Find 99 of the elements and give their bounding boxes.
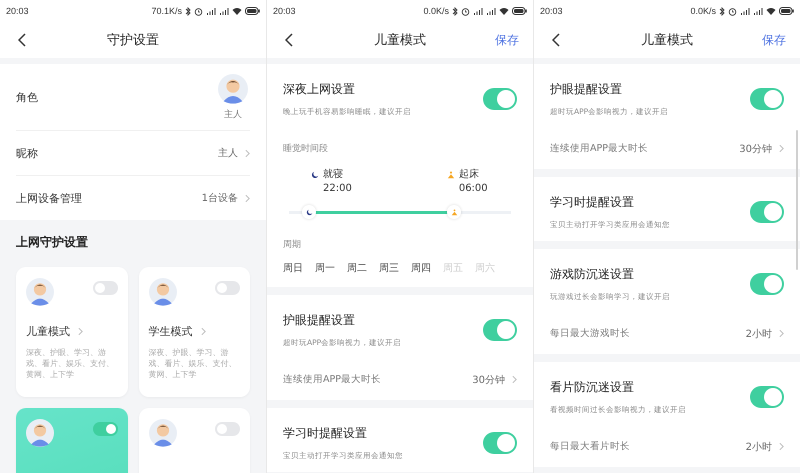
status-time: 20:03 [540, 6, 563, 16]
setting-label: 每日最大看片时长 [550, 440, 630, 453]
mode-title: 儿童模式 [26, 324, 70, 339]
avatar-icon [148, 419, 176, 447]
mode-card[interactable]: 儿童模式 深夜、护眼、学习、游戏、看片、娱乐、支付、黄网、上下学 [16, 267, 128, 397]
bedtime-handle[interactable] [302, 205, 316, 219]
wake-value[interactable]: 06:00 [458, 183, 488, 195]
signal-icon [753, 7, 763, 15]
setting-value[interactable]: 2小时 [746, 440, 772, 454]
battery-icon [245, 7, 260, 15]
page-title: 儿童模式 [374, 32, 426, 49]
weekday-option[interactable]: 周四 [411, 261, 431, 275]
back-icon[interactable] [552, 33, 560, 47]
setting-value[interactable]: 30分钟 [739, 142, 772, 156]
role-name: 主人 [224, 108, 242, 120]
network-speed: 0.0K/s [690, 6, 716, 16]
chevron-icon [512, 375, 517, 384]
moon-icon [311, 171, 319, 179]
chevron-icon [245, 148, 250, 158]
toggle-switch[interactable] [750, 273, 784, 295]
weekday-option[interactable]: 周一 [315, 261, 335, 275]
weekday-option[interactable]: 周日 [283, 261, 303, 275]
sleep-period-label: 睡觉时间段 [283, 142, 329, 155]
bedtime-value[interactable]: 22:00 [323, 183, 352, 195]
section-heading: 上网守护设置 [16, 234, 89, 251]
save-button[interactable]: 保存 [493, 30, 521, 50]
bluetooth-icon [719, 6, 725, 16]
section-title: 学习时提醒设置 [283, 425, 368, 442]
wifi-icon [232, 7, 242, 15]
alarm-icon [461, 6, 470, 16]
row-value[interactable]: 1台设备 [202, 191, 238, 205]
chevron-icon [200, 327, 206, 336]
chevron-icon [779, 329, 784, 338]
setting-label: 连续使用APP最大时长 [550, 142, 648, 155]
signal-icon [486, 7, 496, 15]
avatar-icon [26, 419, 54, 447]
setting-label: 每日最大游戏时长 [550, 327, 630, 340]
section-title: 护眼提醒设置 [550, 81, 623, 98]
sun-icon [446, 171, 455, 179]
mode-description: 深夜、护眼、学习、游戏、看片、娱乐、支付、黄网、上下学 [148, 347, 238, 380]
alarm-icon [194, 6, 203, 16]
row-label: 上网设备管理 [16, 190, 82, 206]
wake-handle[interactable] [447, 205, 462, 219]
setting-value[interactable]: 2小时 [746, 326, 772, 340]
section-title: 护眼提醒设置 [283, 312, 356, 329]
save-button[interactable]: 保存 [760, 30, 788, 50]
network-speed: 0.0K/s [423, 6, 449, 16]
toggle-switch[interactable] [483, 88, 517, 110]
section-title: 深夜上网设置 [283, 81, 356, 98]
wifi-icon [766, 7, 776, 15]
chevron-icon [78, 327, 83, 336]
status-time: 20:03 [273, 6, 296, 16]
page-title: 守护设置 [107, 32, 159, 49]
signal-icon [740, 7, 750, 15]
toggle-switch[interactable] [92, 422, 118, 436]
battery-icon [779, 7, 794, 15]
avatar-icon [218, 74, 248, 104]
toggle-switch[interactable] [483, 319, 517, 341]
mode-description: 深夜、护眼、学习、游戏、看片、娱乐、支付、黄网、上下学 [26, 347, 115, 380]
signal-icon [473, 7, 483, 15]
avatar-icon [148, 278, 176, 306]
wifi-icon [499, 7, 509, 15]
network-speed: 70.1K/s [151, 6, 182, 16]
chevron-icon [779, 442, 784, 451]
alarm-icon [728, 6, 737, 16]
section-title: 学习时提醒设置 [550, 194, 635, 211]
weekday-option[interactable]: 周三 [379, 261, 399, 275]
mode-title: 学生模式 [148, 324, 192, 339]
setting-value[interactable]: 30分钟 [472, 372, 505, 386]
chevron-icon [245, 194, 250, 202]
row-label: 角色 [16, 90, 38, 104]
toggle-switch[interactable] [92, 281, 118, 295]
page-title: 儿童模式 [641, 32, 693, 49]
toggle-switch[interactable] [750, 386, 784, 408]
avatar-icon [26, 278, 54, 306]
section-title: 看片防沉迷设置 [550, 379, 635, 396]
row-value[interactable]: 主人 [218, 146, 238, 160]
toggle-switch[interactable] [750, 88, 784, 110]
bluetooth-icon [185, 6, 191, 16]
row-label: 昵称 [16, 146, 38, 160]
wake-label: 起床 [458, 169, 480, 181]
back-icon[interactable] [18, 33, 26, 47]
toggle-switch[interactable] [215, 281, 240, 295]
back-icon[interactable] [285, 33, 293, 47]
bedtime-label: 就寝 [323, 169, 344, 181]
signal-icon [206, 7, 216, 15]
battery-icon [512, 7, 527, 15]
section-title: 游戏防沉迷设置 [550, 266, 635, 283]
toggle-switch[interactable] [483, 432, 517, 454]
bluetooth-icon [452, 6, 458, 16]
cycle-label: 周期 [283, 238, 302, 251]
toggle-switch[interactable] [215, 422, 240, 436]
setting-label: 连续使用APP最大时长 [283, 373, 381, 386]
signal-icon [219, 7, 229, 15]
weekday-option[interactable]: 周二 [347, 261, 367, 275]
mode-card[interactable]: 学生模式 深夜、护眼、学习、游戏、看片、娱乐、支付、黄网、上下学 [138, 267, 250, 397]
chevron-icon [779, 144, 784, 153]
toggle-switch[interactable] [750, 201, 784, 223]
status-time: 20:03 [6, 6, 29, 16]
